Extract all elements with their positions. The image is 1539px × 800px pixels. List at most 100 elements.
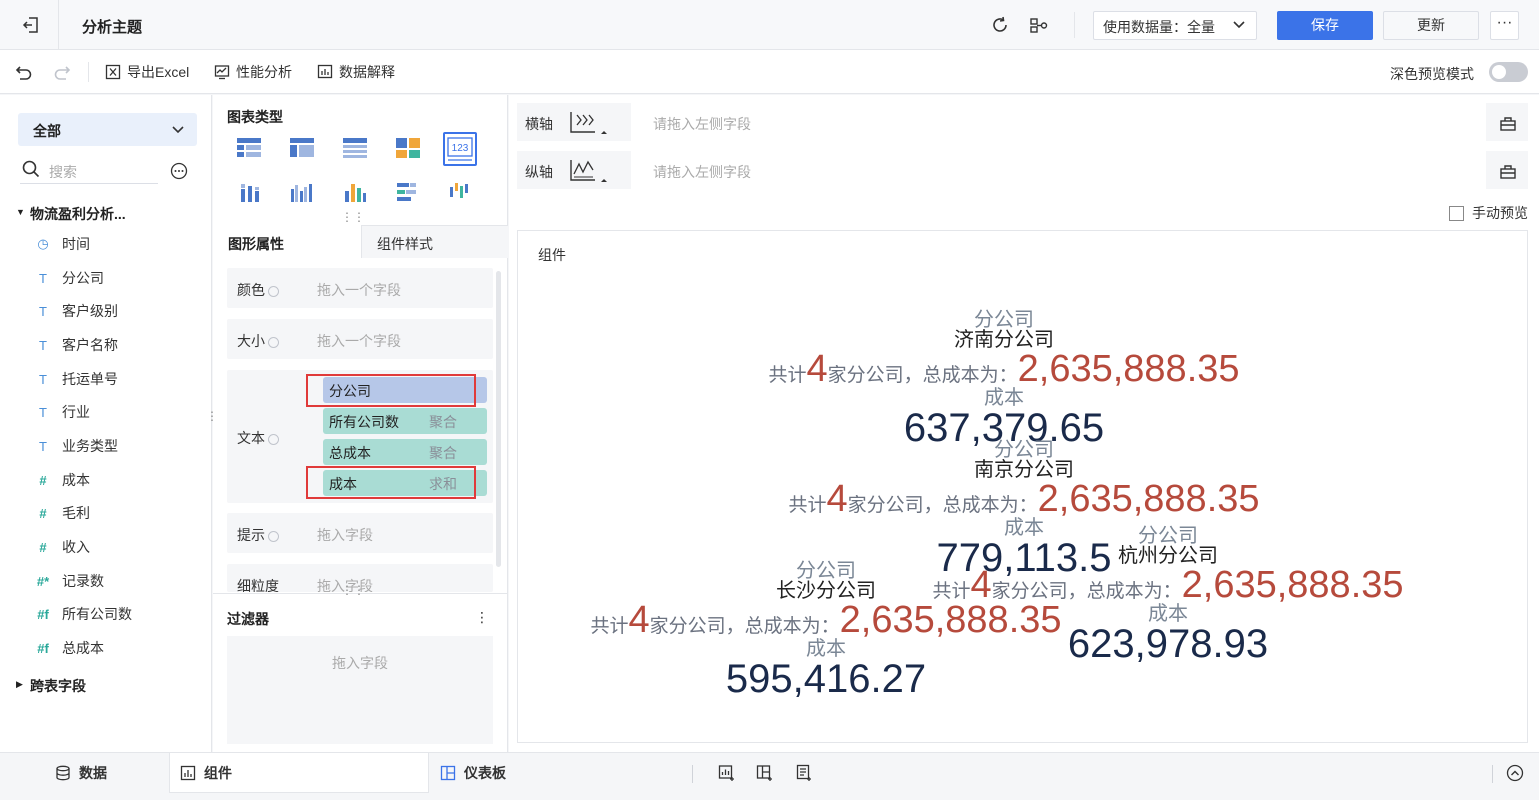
add-dashboard-icon[interactable] [756,753,774,793]
multi-color-bar-icon[interactable] [343,181,369,207]
field-customer-level[interactable]: T 客户级别 [36,301,118,321]
chip-aggregation[interactable]: 聚合 [429,443,457,463]
chip-aggregation[interactable]: 聚合 [429,412,457,432]
gear-icon[interactable] [268,433,279,445]
kpi-card-chart-type[interactable]: 123 [443,132,477,166]
text-type-icon: T [39,371,47,387]
collapse-up-icon[interactable] [1506,753,1524,793]
x-axis-type-icon[interactable] [569,110,609,139]
more-options-icon[interactable] [170,162,188,183]
summary-middle: 家分公司，总成本为： [827,365,1018,386]
range-bar-icon[interactable] [448,181,474,207]
save-button[interactable]: 保存 [1277,11,1373,40]
text-type-icon: T [39,438,47,454]
tab-graph-properties[interactable]: 图形属性 [213,225,361,258]
gear-icon[interactable] [268,530,279,542]
toolbox-icon[interactable] [1499,162,1517,183]
tooltip-property-row[interactable]: 提示 拖入字段 [227,513,493,553]
scope-select[interactable]: 全部 [18,113,197,146]
tab-component-style[interactable]: 组件样式 [361,225,508,258]
add-component-icon[interactable] [718,753,736,793]
field-total-cost[interactable]: #f 总成本 [36,638,104,658]
field-record-count[interactable]: #* 记录数 [36,571,104,591]
performance-analysis-button[interactable]: 性能分析 [214,62,292,82]
y-axis-type-icon[interactable] [569,158,609,187]
field-waybill-no[interactable]: T 托运单号 [36,369,118,389]
resize-handle-icon[interactable]: ⋮⋮ [341,584,365,596]
add-report-icon[interactable] [795,753,813,793]
resize-handle-icon[interactable]: ⋮⋮ [341,211,365,223]
toolbar: 导出Excel 性能分析 数据解释 深色预览模式 [0,50,1539,94]
field-label: 分公司 [974,309,1034,331]
chart-config-panel: 图表类型 123 ⋮⋮ 图形属性 组件样式 颜色 拖入一个字段 大小 拖入一个字… [213,95,508,752]
field-business-type[interactable]: T 业务类型 [36,436,118,456]
chip-all-company-count[interactable]: 所有公司数 聚合 [323,408,487,434]
refresh-icon[interactable] [988,13,1012,37]
size-property-row[interactable]: 大小 拖入一个字段 [227,319,493,359]
field-revenue[interactable]: # 收入 [36,537,90,557]
exit-icon[interactable] [16,13,46,37]
manual-preview-checkbox[interactable]: 手动预览 [1449,203,1528,223]
grouped-bar-icon[interactable] [290,181,316,207]
undo-icon[interactable] [14,62,34,82]
scrollbar[interactable] [496,271,501,567]
bottom-bar: 数据 组件 仪表板 [0,752,1539,800]
folder-logistics[interactable]: ▼ 物流盈利分析... [16,204,126,224]
field-search-input[interactable]: 搜索 [20,158,158,184]
chip-total-cost[interactable]: 总成本 聚合 [323,439,487,465]
text-type-icon: T [39,303,47,319]
field-gross-profit[interactable]: # 毛利 [36,503,90,523]
grouped-table-icon[interactable] [236,137,262,163]
kpi-card-jinan[interactable]: 分公司 济南分公司 共计4家分公司，总成本为：2,635,888.35 成本 6… [760,310,1248,448]
kpi-card-changsha[interactable]: 分公司 长沙分公司 共计4家分公司，总成本为：2,635,888.35 成本 5… [582,561,1070,699]
field-all-company-count[interactable]: #f 所有公司数 [36,604,132,624]
total-cost: 2,635,888.35 [1037,478,1260,520]
x-axis-drop-zone[interactable] [631,103,1486,141]
dark-preview-label: 深色预览模式 [1390,66,1474,82]
treemap-icon[interactable] [395,137,421,163]
toolbox-icon[interactable] [1499,114,1517,135]
color-property-row[interactable]: 颜色 拖入一个字段 [227,268,493,308]
horizontal-stacked-bar-icon[interactable] [395,181,421,207]
cross-table-fields[interactable]: ▶ 跨表字段 [16,676,86,696]
search-placeholder: 搜索 [49,164,77,180]
tab-component[interactable]: 组件 [169,753,429,793]
tooltip-label: 提示 [237,527,265,543]
data-amount-select[interactable]: 使用数据量：全量 [1093,11,1257,40]
summary-line: 共计4家分公司，总成本为：2,635,888.35 [760,350,1248,388]
stacked-bar-icon[interactable] [238,181,264,207]
redo-icon[interactable] [52,62,72,82]
update-button[interactable]: 更新 [1383,11,1479,40]
tab-data[interactable]: 数据 [55,753,107,793]
field-customer-name[interactable]: T 客户名称 [36,335,118,355]
tab-dashboard[interactable]: 仪表板 [440,753,506,793]
cross-table-icon[interactable] [342,137,368,163]
total-cost: 2,635,888.35 [1181,564,1404,606]
field-label: 分公司 [994,439,1054,461]
field-label: 时间 [62,236,90,252]
export-excel-button[interactable]: 导出Excel [105,62,189,82]
field-label: 客户名称 [62,337,118,353]
lineage-icon[interactable] [1027,13,1051,37]
config-tabs: 图形属性 组件样式 [213,225,508,258]
field-label: 记录数 [62,573,104,589]
gear-icon[interactable] [268,285,279,297]
detail-table-icon[interactable] [289,137,315,163]
more-button[interactable]: ··· [1490,11,1519,40]
field-time[interactable]: ◷ 时间 [36,234,90,254]
divider [1492,765,1493,783]
branch-name: 济南分公司 [954,329,1054,351]
data-explain-button[interactable]: 数据解释 [317,62,395,82]
chevron-down-icon [1232,18,1246,35]
x-axis-row: 横轴 请拖入左侧字段 [517,103,1528,141]
filter-more-icon[interactable]: ⋮ [475,609,489,626]
dark-preview-toggle[interactable] [1489,62,1528,82]
field-cost[interactable]: # 成本 [36,470,90,490]
filter-drop-zone[interactable]: 拖入字段 [227,636,493,744]
field-industry[interactable]: T 行业 [36,402,90,422]
summary-middle: 家分公司，总成本为： [649,616,840,637]
field-branch[interactable]: T 分公司 [36,268,104,288]
gear-icon[interactable] [268,336,279,348]
y-axis-drop-zone[interactable] [631,151,1486,189]
scrollbar[interactable] [1532,103,1537,743]
